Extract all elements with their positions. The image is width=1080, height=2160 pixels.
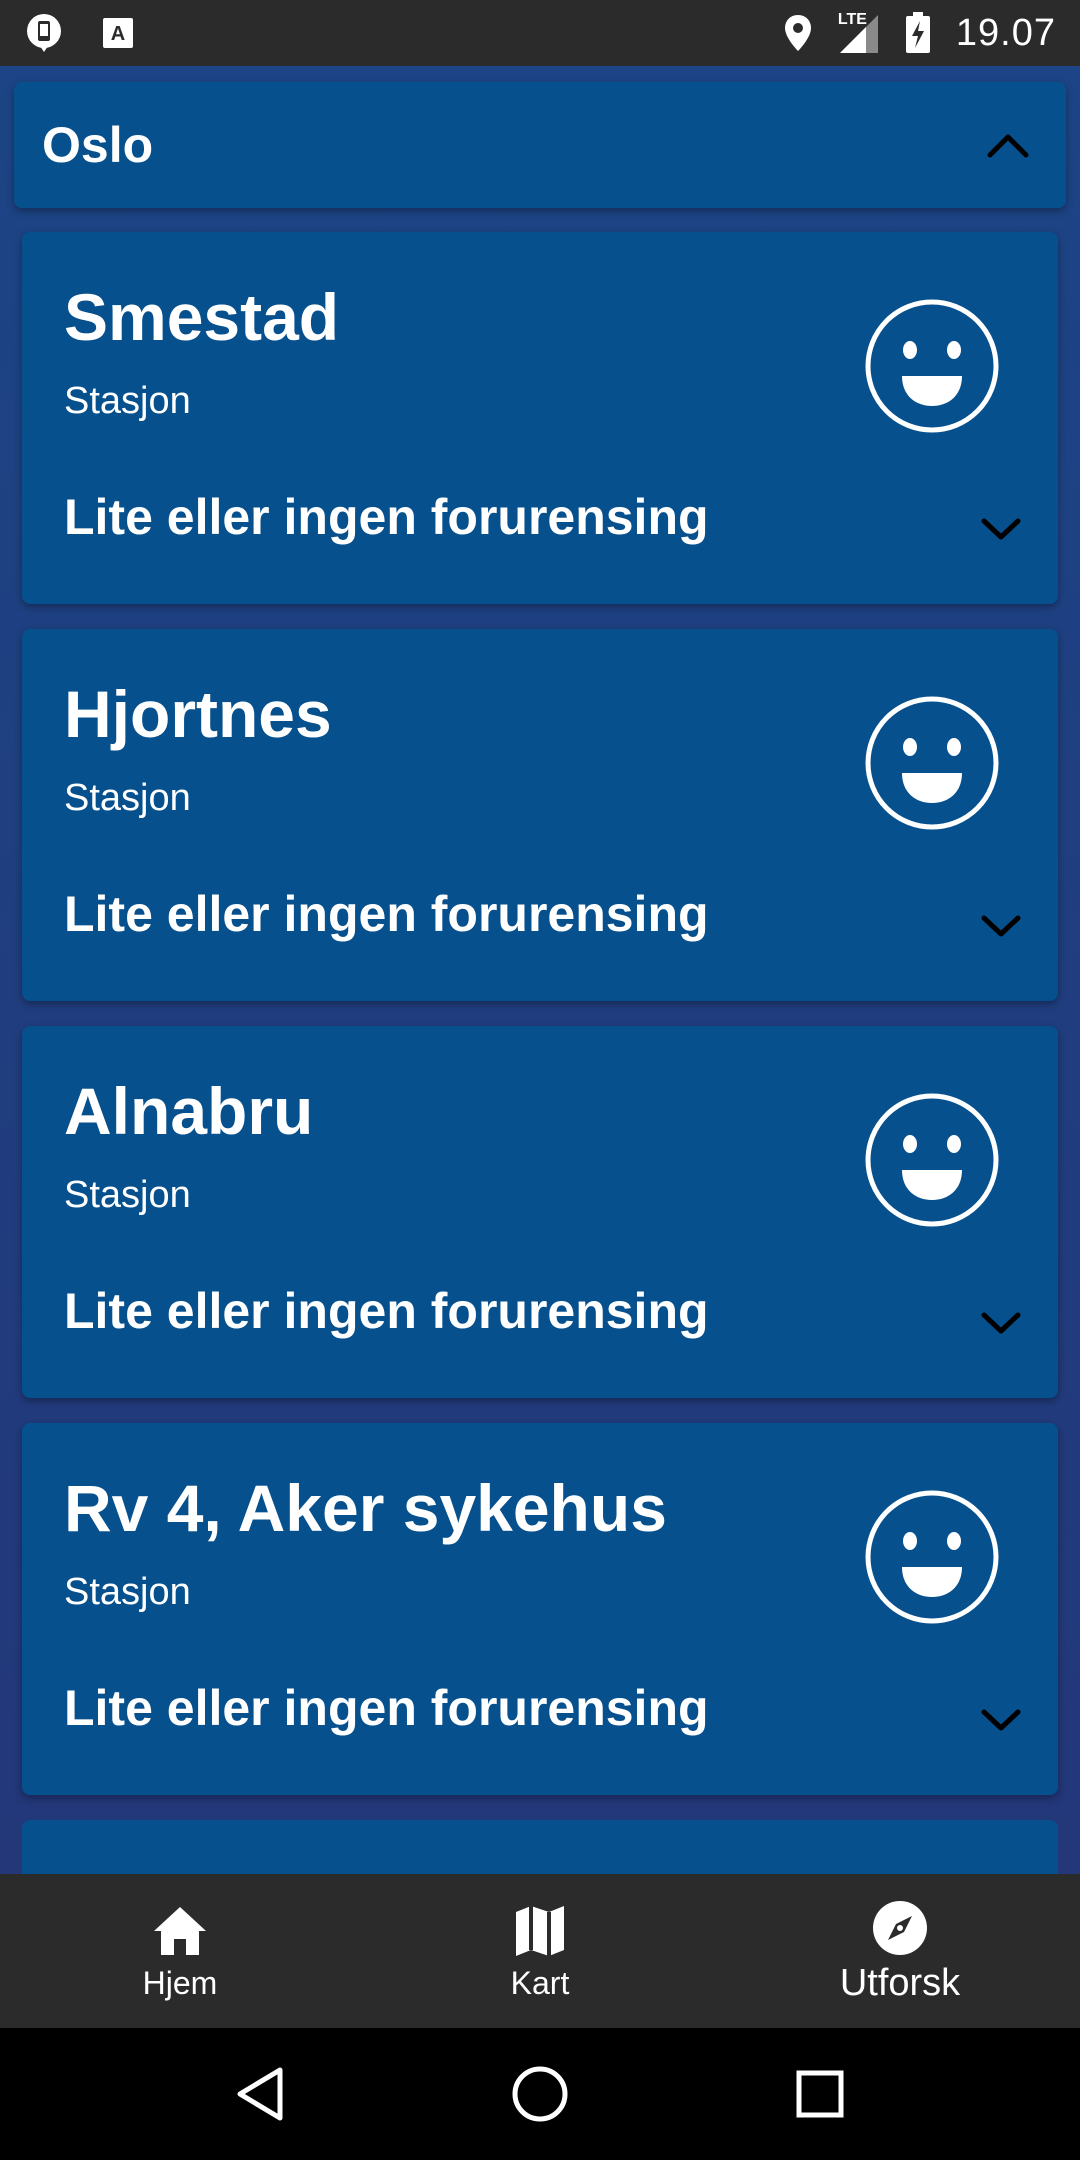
- signal-icon: LTE: [836, 11, 880, 53]
- station-card[interactable]: Alnabru Stasjon Lite eller ingen foruren…: [22, 1026, 1058, 1398]
- system-navigation: [0, 2028, 1080, 2160]
- region-title: Oslo: [42, 117, 154, 173]
- station-type: Stasjon: [64, 777, 191, 819]
- pollution-status: Lite eller ingen forurensing: [64, 489, 709, 545]
- bottom-navigation: Hjem Kart Utforsk: [0, 1874, 1080, 2028]
- happy-face-icon: [864, 298, 1000, 434]
- chevron-up-icon[interactable]: [978, 115, 1038, 175]
- map-icon: [510, 1901, 570, 1961]
- chevron-down-icon[interactable]: [974, 502, 1028, 556]
- home-circle-icon[interactable]: [505, 2059, 575, 2129]
- battery-charging-icon: [898, 12, 938, 53]
- station-card[interactable]: Smestad Stasjon Lite eller ingen foruren…: [22, 232, 1058, 604]
- station-name: Hjortnes: [64, 677, 332, 751]
- status-bar: A LTE 19.07: [0, 0, 1080, 66]
- nav-item-hjem[interactable]: Hjem: [0, 1874, 360, 2028]
- station-name: Alnabru: [64, 1074, 314, 1148]
- happy-face-icon: [864, 695, 1000, 831]
- region-header[interactable]: Oslo: [14, 82, 1066, 208]
- happy-face-icon: [864, 1092, 1000, 1228]
- chevron-down-icon[interactable]: [974, 1693, 1028, 1747]
- chevron-down-icon[interactable]: [974, 1296, 1028, 1350]
- station-type: Stasjon: [64, 1571, 191, 1613]
- happy-face-icon: [864, 1489, 1000, 1625]
- recents-icon[interactable]: [785, 2059, 855, 2129]
- pollution-status: Lite eller ingen forurensing: [64, 886, 709, 942]
- nav-label: Kart: [510, 1964, 570, 2001]
- notification-app-icon: [24, 13, 64, 53]
- station-name: Smestad: [64, 280, 340, 354]
- pollution-status: Lite eller ingen forurensing: [64, 1283, 709, 1339]
- nav-item-utforsk[interactable]: Utforsk: [720, 1874, 1080, 2028]
- pollution-status: Lite eller ingen forurensing: [64, 1680, 709, 1736]
- location-pin-icon: [778, 13, 818, 53]
- station-name: Rv 4, Aker sykehus: [64, 1471, 667, 1545]
- station-card[interactable]: Rv 4, Aker sykehus Stasjon Lite eller in…: [22, 1423, 1058, 1795]
- network-label: LTE: [837, 11, 867, 28]
- home-icon: [150, 1901, 210, 1961]
- back-icon[interactable]: [225, 2059, 295, 2129]
- nav-label: Utforsk: [839, 1961, 961, 2004]
- station-card[interactable]: Hjortnes Stasjon Lite eller ingen forure…: [22, 629, 1058, 1001]
- svg-text:A: A: [111, 23, 125, 45]
- chevron-down-icon[interactable]: [974, 899, 1028, 953]
- compass-icon: [870, 1898, 930, 1958]
- station-type: Stasjon: [64, 1174, 191, 1216]
- status-time: 19.07: [955, 11, 1056, 54]
- keyboard-a-icon: A: [98, 13, 138, 53]
- nav-label: Hjem: [142, 1964, 218, 2001]
- nav-item-kart[interactable]: Kart: [360, 1874, 720, 2028]
- station-list: Smestad Stasjon Lite eller ingen foruren…: [22, 232, 1058, 1820]
- station-type: Stasjon: [64, 380, 191, 422]
